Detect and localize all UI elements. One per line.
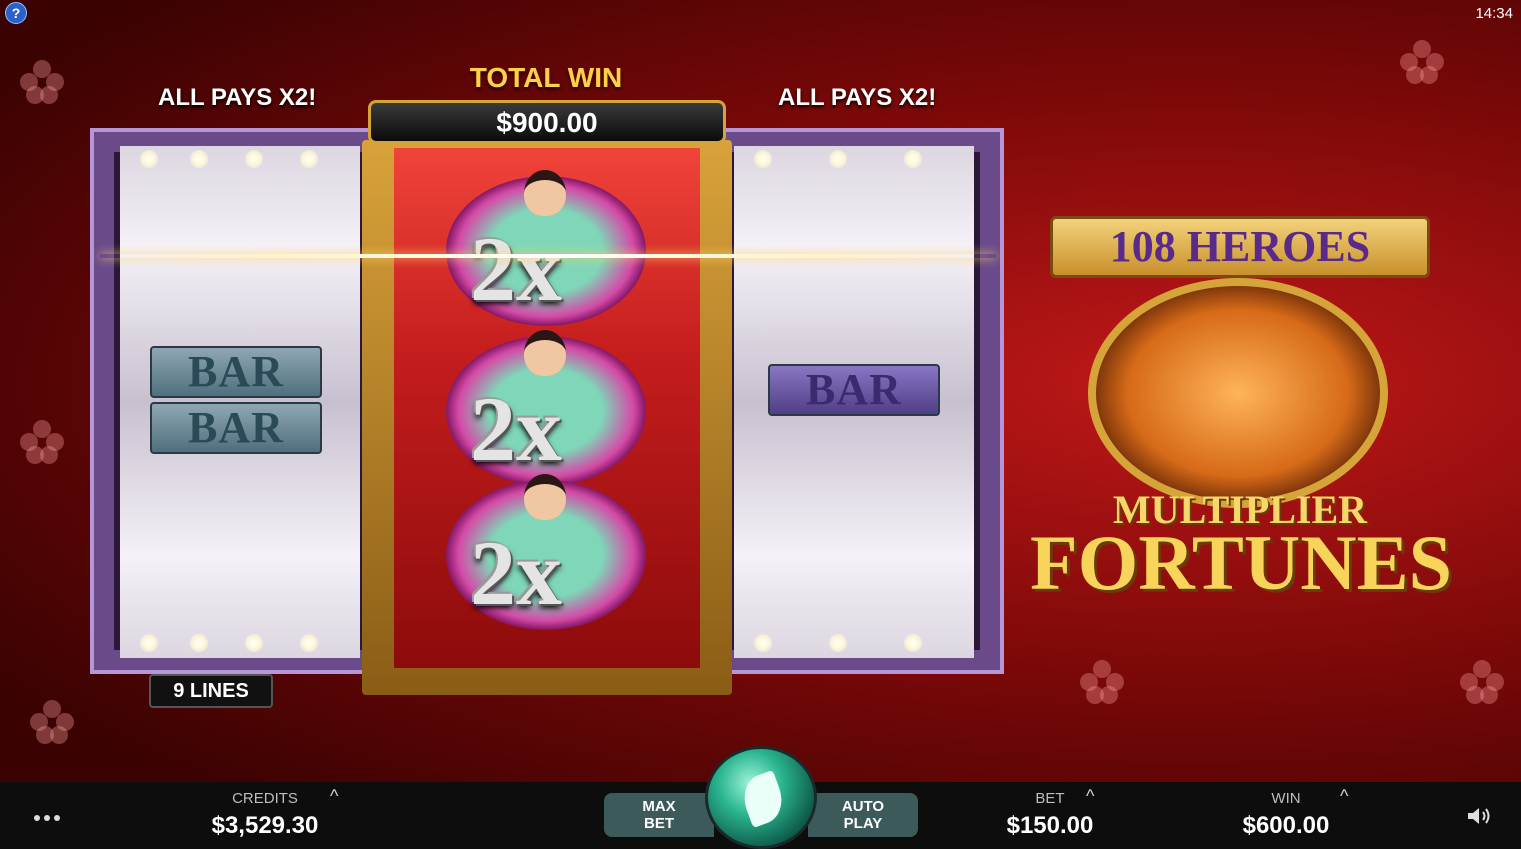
left-all-pays-label: ALL PAYS X2!: [158, 84, 317, 111]
max-bet-label-line2: BET: [644, 815, 674, 832]
double-bar-symbol: BAR BAR: [150, 346, 322, 458]
blossom-decoration: [20, 60, 64, 104]
win-caret-icon[interactable]: ^: [1340, 786, 1348, 807]
multiplier-2x-symbol: 2x: [432, 474, 658, 630]
blossom-decoration: [30, 700, 74, 744]
logo-title-line2: FORTUNES: [1030, 519, 1452, 606]
multiplier-2x-symbol: 2x: [432, 170, 658, 326]
right-all-pays-label: ALL PAYS X2!: [778, 84, 937, 111]
bet-label: BET: [1035, 790, 1065, 807]
bet-value: $150.00: [1006, 812, 1094, 839]
multiplier-text: 2x: [470, 218, 562, 320]
spin-button[interactable]: [705, 746, 817, 849]
blossom-decoration: [1400, 40, 1444, 84]
top-bar: ? 14:34: [0, 0, 1521, 28]
auto-play-button[interactable]: AUTO PLAY: [808, 793, 918, 837]
bar-symbol: BAR: [150, 346, 322, 398]
credits-caret-icon[interactable]: ^: [330, 786, 338, 807]
bet-caret-icon[interactable]: ^: [1086, 786, 1094, 807]
total-win-value: $900.00: [368, 100, 726, 144]
max-bet-label-line1: MAX: [642, 798, 676, 815]
blossom-decoration: [1460, 660, 1504, 704]
win-value: $600.00: [1242, 812, 1330, 839]
multiplier-2x-symbol: 2x: [432, 330, 658, 486]
bar-symbol: BAR: [768, 364, 940, 416]
max-bet-button[interactable]: MAX BET: [604, 793, 714, 837]
speaker-icon[interactable]: [1466, 806, 1494, 826]
credits-label: CREDITS: [232, 790, 298, 807]
winning-payline: [100, 254, 996, 258]
help-icon[interactable]: ?: [5, 2, 27, 24]
credits-value: $3,529.30: [211, 812, 319, 839]
bar-symbol: BAR: [150, 402, 322, 454]
spin-leaf-icon: [736, 769, 790, 829]
clock: 14:34: [1475, 5, 1513, 22]
win-label: WIN: [1271, 790, 1301, 807]
blossom-decoration: [1080, 660, 1124, 704]
logo-banner: 108 HEROES: [1050, 216, 1430, 278]
more-dots-icon[interactable]: [34, 808, 68, 821]
blossom-decoration: [20, 420, 64, 464]
auto-play-label-line1: AUTO: [841, 798, 885, 815]
auto-play-label-line2: PLAY: [843, 815, 883, 832]
multiplier-text: 2x: [470, 522, 562, 624]
single-bar-symbol: BAR: [768, 364, 940, 420]
game-logo: 108 HEROES MULTIPLIER FORTUNES: [1030, 196, 1452, 636]
total-win-label: TOTAL WIN: [469, 62, 623, 93]
lines-badge: 9 LINES: [149, 674, 273, 708]
heroes-medallion: [1088, 278, 1388, 508]
multiplier-text: 2x: [470, 378, 562, 480]
